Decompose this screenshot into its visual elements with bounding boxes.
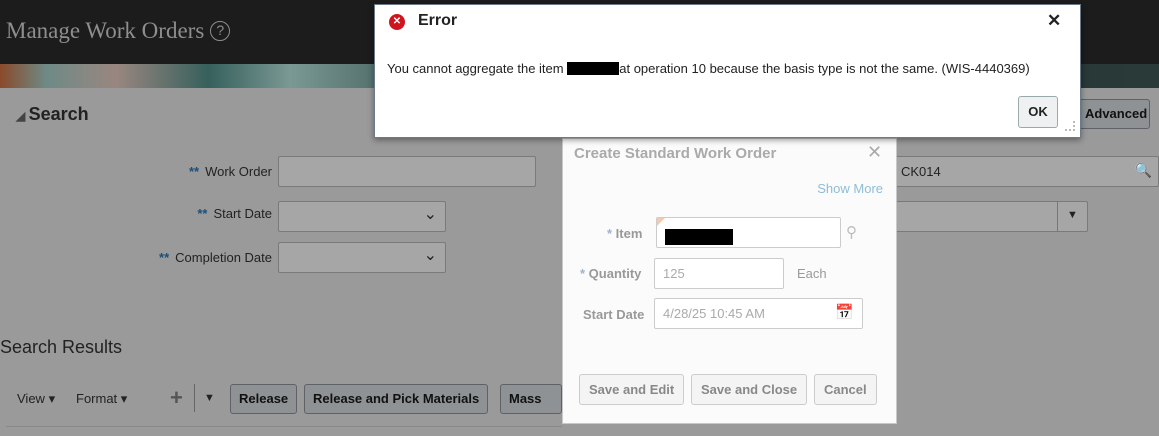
resize-handle[interactable] xyxy=(1065,121,1075,131)
redacted-item xyxy=(567,62,620,75)
show-more-link[interactable]: Show More xyxy=(817,181,883,196)
search-results-heading: Search Results xyxy=(0,337,123,357)
start-date-input[interactable]: 4/28/25 10:45 AM xyxy=(654,298,863,329)
cancel-button[interactable]: Cancel xyxy=(814,374,877,405)
completion-date-select[interactable] xyxy=(278,242,446,273)
error-icon: ✕ xyxy=(389,14,405,30)
dropdown-arrow-icon[interactable]: ▼ xyxy=(1057,201,1087,232)
save-and-edit-button[interactable]: Save and Edit xyxy=(579,374,685,405)
work-order-label: ** Work Order xyxy=(188,164,272,179)
status-select[interactable]: ▼ xyxy=(880,201,1088,232)
release-pick-button[interactable]: Release and Pick Materials xyxy=(304,384,489,414)
add-icon[interactable]: + xyxy=(170,385,183,411)
close-icon[interactable]: ✕ xyxy=(1047,11,1061,31)
help-icon[interactable]: ? xyxy=(210,21,231,41)
error-dialog: ✕ Error ✕ You cannot aggregate the item … xyxy=(374,4,1081,138)
start-date-label: ** Start Date xyxy=(197,206,272,221)
format-menu[interactable]: Format ▾ xyxy=(76,391,127,407)
release-button[interactable]: Release xyxy=(230,384,298,414)
table-border xyxy=(6,426,562,427)
organization-input[interactable]: CK014 🔍 xyxy=(880,156,1159,187)
uom-text: Each xyxy=(797,266,827,281)
required-marker xyxy=(657,218,665,226)
start-date-select[interactable] xyxy=(278,201,446,232)
error-message: You cannot aggregate the item at operati… xyxy=(387,61,1030,76)
start-date-label: Start Date xyxy=(583,307,645,322)
quantity-input[interactable]: 125 xyxy=(654,258,784,289)
work-order-input[interactable] xyxy=(278,156,536,187)
toolbar-divider xyxy=(194,384,195,412)
error-title: Error xyxy=(418,12,458,29)
close-icon[interactable]: ✕ xyxy=(867,142,882,163)
dialog-title: Create Standard Work Order xyxy=(574,145,777,162)
item-input[interactable] xyxy=(656,217,841,248)
page-title: Manage Work Orders? xyxy=(6,18,231,44)
mass-actions-button[interactable]: Mass Ac xyxy=(500,384,562,414)
view-menu[interactable]: View ▾ xyxy=(17,391,55,407)
create-work-order-dialog: Create Standard Work Order ✕ Show More *… xyxy=(562,138,897,424)
ok-button[interactable]: OK xyxy=(1018,96,1058,128)
add-dropdown-icon[interactable]: ▼ xyxy=(204,392,215,404)
page-title-text: Manage Work Orders xyxy=(6,18,205,43)
search-section-toggle[interactable]: ◢ Search xyxy=(16,104,89,125)
quantity-label: * Quantity xyxy=(580,266,642,281)
completion-date-label: ** Completion Date xyxy=(159,250,272,265)
item-label: * Item xyxy=(607,226,643,241)
search-icon[interactable]: 🔍 xyxy=(1135,162,1152,179)
search-heading: Search xyxy=(28,104,89,124)
collapse-triangle-icon: ◢ xyxy=(16,109,29,123)
calendar-icon[interactable]: 📅 xyxy=(835,303,854,321)
redacted-item xyxy=(665,229,733,245)
item-search-icon[interactable]: ⚲ xyxy=(846,223,857,241)
save-and-close-button[interactable]: Save and Close xyxy=(691,374,808,405)
